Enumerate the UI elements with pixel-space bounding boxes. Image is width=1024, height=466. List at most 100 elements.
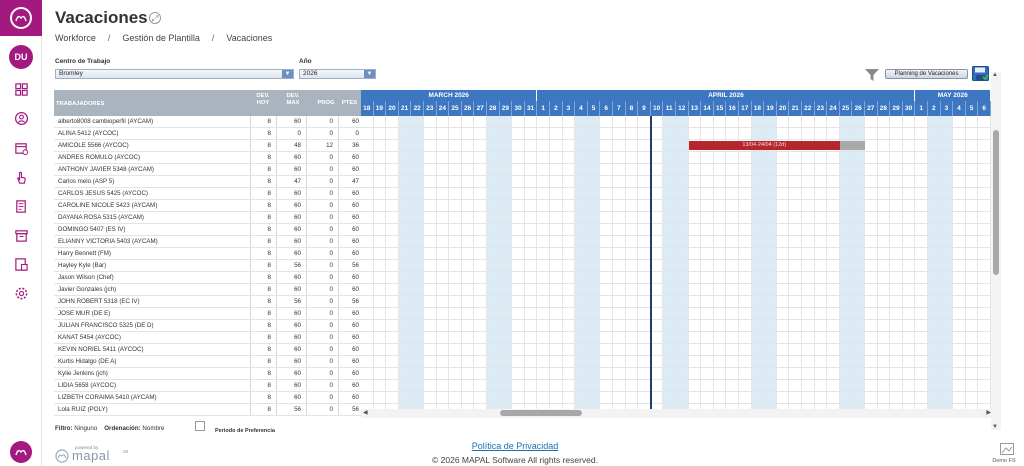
day-column[interactable] (563, 116, 576, 410)
breadcrumb-workforce[interactable]: Workforce (55, 33, 96, 43)
table-row[interactable]: Carlos melo (ASP 5) 8 47 0 47 (54, 176, 361, 188)
day-column[interactable] (411, 116, 424, 410)
day-column[interactable] (689, 116, 702, 410)
day-column[interactable] (487, 116, 500, 410)
day-column[interactable] (865, 116, 878, 410)
table-row[interactable]: DOMINGO 5407 (ES IV) 8 60 0 60 (54, 224, 361, 236)
calendar-clock-icon[interactable] (13, 140, 29, 156)
table-row[interactable]: KANAT 5454 (AYCOC) 8 60 0 60 (54, 332, 361, 344)
day-column[interactable] (890, 116, 903, 410)
scroll-down-icon[interactable]: ▼ (992, 424, 998, 430)
privacy-link[interactable]: Política de Privacidad (0, 441, 1024, 451)
day-column[interactable] (600, 116, 613, 410)
table-row[interactable]: Lola RUIZ (POLY) 8 56 0 56 (54, 404, 361, 416)
day-column[interactable] (789, 116, 802, 410)
day-column[interactable] (764, 116, 777, 410)
day-column[interactable] (852, 116, 865, 410)
day-column[interactable] (374, 116, 387, 410)
day-column[interactable] (474, 116, 487, 410)
day-column[interactable] (777, 116, 790, 410)
table-row[interactable]: CARLOS JESUS 5425 (AYCOC) 8 60 0 60 (54, 188, 361, 200)
day-column[interactable] (726, 116, 739, 410)
table-row[interactable]: JULIAN FRANCISCO 5325 (DE D) 8 60 0 60 (54, 320, 361, 332)
table-row[interactable]: Hayley Kyle (Bar) 8 56 0 56 (54, 260, 361, 272)
table-row[interactable]: ANTHONY JAVIER 5348 (AYCAM) 8 60 0 60 (54, 164, 361, 176)
table-row[interactable]: CAROLINE NICOLE 5423 (AYCAM) 8 60 0 60 (54, 200, 361, 212)
day-column[interactable] (663, 116, 676, 410)
header-ptes[interactable]: PTES (338, 100, 361, 107)
table-row[interactable]: Kurtis Hidalgo (DE A) 8 60 0 60 (54, 356, 361, 368)
table-row[interactable]: alberto8008 cambioperfil (AYCAM) 8 60 0 60 (54, 116, 361, 128)
day-column[interactable] (940, 116, 954, 410)
scroll-up-icon[interactable]: ▲ (992, 72, 998, 78)
day-column[interactable] (386, 116, 399, 410)
horizontal-scroll-thumb[interactable] (500, 410, 582, 416)
day-column[interactable] (928, 116, 941, 410)
day-column[interactable] (802, 116, 815, 410)
table-row[interactable]: LIZBETH CORAIMA 5410 (AYCAM) 8 60 0 60 (54, 392, 361, 404)
day-column[interactable] (966, 116, 979, 410)
table-row[interactable]: LIDIA 5658 (AYCOC) 8 60 0 60 (54, 380, 361, 392)
day-column[interactable] (839, 116, 853, 410)
anio-dropdown-icon[interactable]: ▼ (364, 70, 375, 78)
breadcrumb-gestion-plantilla[interactable]: Gestión de Plantilla (122, 33, 200, 43)
day-column[interactable] (953, 116, 966, 410)
day-column[interactable] (575, 116, 588, 410)
day-column[interactable] (903, 116, 916, 410)
user-profile-icon[interactable] (13, 110, 29, 126)
day-column[interactable] (462, 116, 475, 410)
day-column[interactable] (651, 116, 664, 410)
day-column[interactable] (550, 116, 563, 410)
scroll-left-icon[interactable]: ◀ (363, 409, 368, 416)
document-list-icon[interactable] (13, 198, 29, 214)
day-column[interactable] (398, 116, 412, 410)
table-row[interactable]: Harry Bennett (FM) 8 60 0 60 (54, 248, 361, 260)
settings-gear-icon[interactable] (13, 285, 29, 301)
archive-box-icon[interactable] (13, 227, 29, 243)
day-column[interactable] (449, 116, 462, 410)
brand-logo[interactable] (0, 0, 42, 36)
table-row[interactable]: Javier Gonzales (jch) 8 60 0 60 (54, 284, 361, 296)
table-row[interactable]: DAYANA ROSA 5315 (AYCAM) 8 60 0 60 (54, 212, 361, 224)
day-column[interactable] (676, 116, 689, 410)
dashboard-icon[interactable] (13, 81, 29, 97)
centro-dropdown-icon[interactable]: ▼ (282, 70, 293, 78)
day-column[interactable] (499, 116, 513, 410)
report-icon[interactable] (13, 256, 29, 272)
table-row[interactable]: Jason Wilson (Chef) 8 60 0 60 (54, 272, 361, 284)
horizontal-scrollbar[interactable]: ◀ ▶ (361, 409, 993, 418)
table-row[interactable]: KEVIN NORIEL 5411 (AYCOC) 8 60 0 60 (54, 344, 361, 356)
expand-icon[interactable]: ⤢ (149, 12, 161, 24)
vertical-scroll-thumb[interactable] (993, 130, 999, 275)
day-column[interactable] (587, 116, 601, 410)
day-column[interactable] (739, 116, 752, 410)
save-disk-icon[interactable] (972, 66, 989, 81)
vertical-scrollbar[interactable]: ▲ ▼ (991, 72, 1001, 430)
user-avatar[interactable]: DU (9, 45, 33, 69)
table-row[interactable]: ALINA 5412 (AYCOC) 8 0 0 0 (54, 128, 361, 140)
day-column[interactable] (827, 116, 840, 410)
planning-vacaciones-button[interactable]: Planning de Vacaciones (885, 69, 968, 79)
header-prog[interactable]: PROG (314, 100, 338, 107)
day-column[interactable] (613, 116, 626, 410)
centro-select[interactable]: Bromley ▼ (55, 69, 294, 79)
demo-image-icon[interactable] (1000, 442, 1014, 455)
day-column[interactable] (714, 116, 727, 410)
table-row[interactable]: JOHN ROBERT 5318 (EC IV) 8 56 0 56 (54, 296, 361, 308)
table-row[interactable]: JOSE MUR (DE E) 8 60 0 60 (54, 308, 361, 320)
anio-select[interactable]: 2026 ▼ (299, 69, 376, 79)
day-column[interactable] (512, 116, 525, 410)
header-dev-max[interactable]: DEV. MAX (280, 93, 306, 107)
day-column[interactable] (525, 116, 538, 410)
filter-funnel-icon[interactable] (865, 68, 879, 81)
day-column[interactable] (751, 116, 765, 410)
day-column[interactable] (626, 116, 639, 410)
table-row[interactable]: ELIANNY VICTORIA 5403 (AYCAM) 8 60 0 60 (54, 236, 361, 248)
day-column[interactable] (878, 116, 891, 410)
day-column[interactable] (424, 116, 437, 410)
day-column[interactable] (537, 116, 550, 410)
vacation-booking-bar[interactable]: 13/04-24/04 (12d) (688, 141, 840, 150)
day-column[interactable] (701, 116, 714, 410)
day-column[interactable] (361, 116, 374, 410)
header-trabajadores[interactable]: TRABAJADORES (56, 101, 104, 108)
